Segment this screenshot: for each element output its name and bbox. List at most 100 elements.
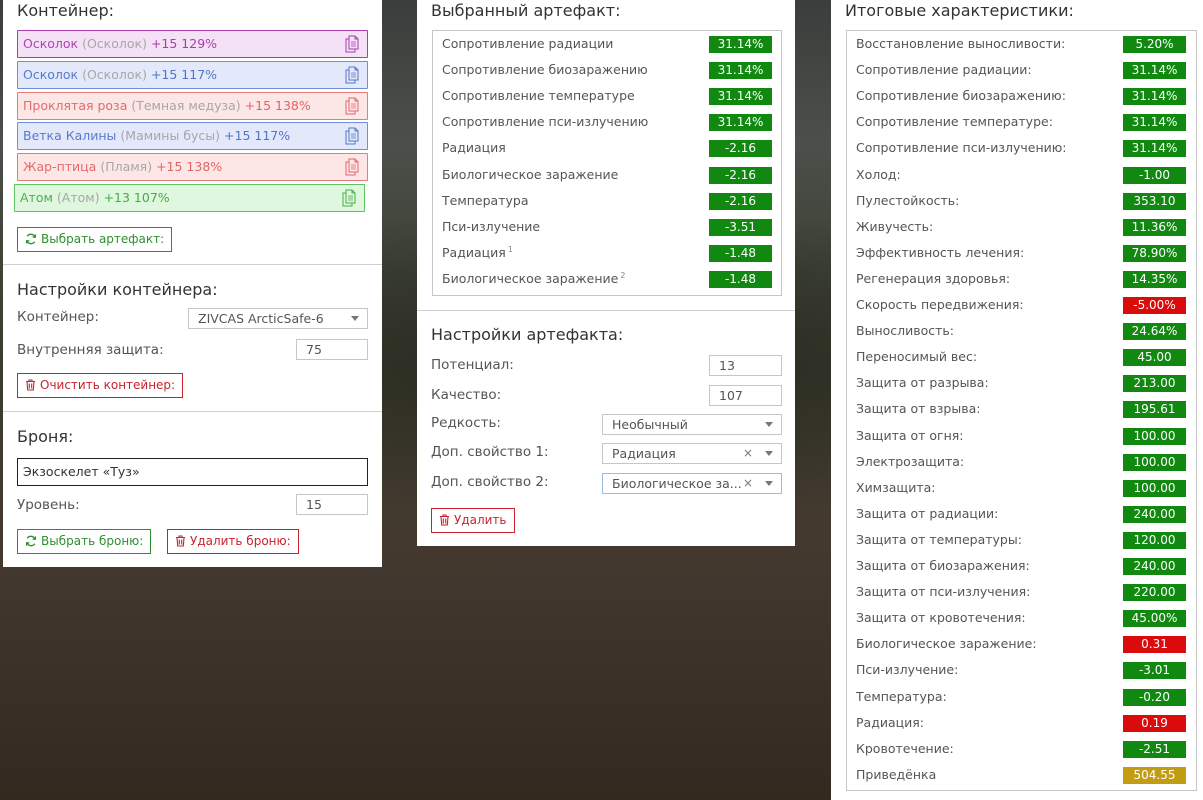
stat-value-badge: -5.00%: [1123, 297, 1186, 314]
artifact-original-name: (Осколок): [82, 36, 147, 51]
artifact-name: Проклятая роза: [23, 98, 128, 113]
stat-name: Регенерация здоровья:: [856, 271, 1010, 286]
stat-value-badge: 31.14%: [1123, 62, 1186, 80]
stat-value-badge: 504.55: [1123, 766, 1186, 784]
delete-artifact-button[interactable]: Удалить: [431, 508, 515, 533]
stat-row: Эффективность лечения: 78.90%: [847, 240, 1196, 266]
stat-footnote: 2: [620, 270, 626, 280]
artifact-name: Жар-птица: [23, 159, 97, 174]
delete-armor-button[interactable]: Удалить броню:: [167, 529, 299, 554]
stat-row: Регенерация здоровья: 14.35%: [847, 266, 1196, 292]
stat-row: Защита от огня: 100.00: [847, 423, 1196, 449]
potential-label: Потенциал:: [431, 357, 514, 373]
artifact-original-name: (Атом): [56, 190, 100, 205]
stat-value-badge: 24.64%: [1123, 323, 1186, 341]
stat-name-text: Химзащита:: [856, 479, 936, 495]
stat-value-badge: 11.36%: [1123, 218, 1186, 236]
rarity-select[interactable]: Необычный: [602, 414, 782, 435]
quality-input[interactable]: 107: [709, 385, 782, 406]
container-select[interactable]: ZIVCAS ArcticSafe-6: [188, 308, 368, 329]
stat-name-text: Сопротивление пси-излучению:: [856, 140, 1067, 156]
stat-row: Электрозащита: 100.00: [847, 449, 1196, 475]
artifact-item[interactable]: Проклятая роза (Темная медуза) +15 138%: [17, 92, 368, 120]
stat-name-text: Скорость передвижения:: [856, 297, 1024, 312]
stat-name-text: Сопротивление температуре: [442, 88, 635, 104]
artifact-original-name: (Пламя): [100, 159, 153, 174]
copy-document-icon[interactable]: [342, 189, 356, 207]
stat-name: Приведёнка: [856, 767, 936, 782]
copy-document-icon[interactable]: [345, 35, 359, 53]
stat-value-badge: 31.14%: [1123, 140, 1186, 158]
copy-document-icon[interactable]: [345, 127, 359, 145]
choose-artifact-button[interactable]: Выбрать артефакт:: [17, 227, 173, 252]
stat-row: Биологическое заражение -2.16: [433, 162, 781, 188]
stat-name-text: Радиация: [442, 244, 506, 260]
armor-level-label: Уровень:: [17, 497, 80, 513]
stat-name-text: Холод:: [856, 166, 901, 182]
container-settings-title: Настройки контейнера:: [17, 280, 218, 299]
stat-value-badge: -1.00: [1123, 166, 1186, 184]
stat-row: Скорость передвижения: -5.00%: [847, 292, 1196, 318]
stat-row: Защита от радиации: 240.00: [847, 501, 1196, 527]
choose-armor-button[interactable]: Выбрать броню:: [17, 529, 152, 554]
artifact-stats: +15 117%: [224, 128, 291, 143]
artifact-item[interactable]: Атом (Атом) +13 107%: [14, 184, 365, 212]
stat-name: Живучесть:: [856, 219, 933, 234]
delete-artifact-label: Удалить: [454, 513, 507, 527]
stat-name-text: Защита от радиации:: [856, 505, 999, 521]
armor-name-box[interactable]: Экзоскелет «Туз»: [17, 458, 368, 486]
stat-name-text: Радиация:: [856, 714, 924, 730]
extra1-label: Доп. свойство 1:: [431, 444, 549, 460]
total-stats-title: Итоговые характеристики:: [845, 1, 1074, 20]
artifact-stats: +15 138%: [244, 98, 311, 113]
stat-name: Электрозащита:: [856, 454, 964, 469]
armor-level-input[interactable]: 15: [296, 494, 368, 515]
selected-artifact-title: Выбранный артефакт:: [431, 1, 621, 20]
extra2-select[interactable]: Биологическое за... ×: [602, 473, 782, 494]
stat-footnote: 1: [507, 244, 513, 254]
copy-document-icon[interactable]: [345, 158, 359, 176]
stat-value-badge: 14.35%: [1123, 270, 1186, 288]
stat-row: Холод: -1.00: [847, 162, 1196, 188]
stat-value-badge: 240.00: [1123, 558, 1186, 575]
stat-name-text: Эффективность лечения:: [856, 244, 1025, 260]
stat-row: Защита от пси-излучения: 220.00: [847, 579, 1196, 605]
stat-name: Восстановление выносливости:: [856, 36, 1065, 51]
stat-value-badge: -2.16: [709, 140, 772, 158]
stat-name-text: Защита от разрыва:: [856, 375, 989, 391]
stat-name: Температура:: [856, 689, 947, 704]
stat-name: Защита от огня:: [856, 428, 964, 443]
copy-document-icon[interactable]: [345, 97, 359, 115]
stat-name: Биологическое заражение 2: [442, 271, 625, 286]
stat-name: Сопротивление биозаражению:: [856, 88, 1066, 103]
stat-value-badge: 213.00: [1123, 375, 1186, 393]
rarity-select-value: Необычный: [612, 417, 688, 432]
total-stats-panel: Итоговые характеристики: Восстановление …: [831, 0, 1203, 800]
clear-icon[interactable]: ×: [743, 444, 753, 463]
artifact-item[interactable]: Осколок (Осколок) +15 129%: [17, 30, 368, 58]
internal-protection-input[interactable]: 75: [296, 339, 368, 360]
stat-name: Биологическое заражение:: [856, 636, 1037, 651]
potential-input[interactable]: 13: [709, 355, 782, 376]
extra1-select[interactable]: Радиация ×: [602, 443, 782, 464]
clear-icon[interactable]: ×: [743, 474, 753, 493]
stat-name: Сопротивление радиации:: [856, 62, 1032, 77]
stat-value-badge: 195.61: [1123, 401, 1186, 419]
stat-name-text: Регенерация здоровья:: [856, 270, 1011, 286]
clear-container-button[interactable]: Очистить контейнер:: [17, 373, 184, 398]
copy-document-icon[interactable]: [345, 66, 359, 84]
stat-value-badge: 31.14%: [709, 62, 772, 80]
container-title: Контейнер:: [17, 1, 115, 20]
artifact-item[interactable]: Жар-птица (Пламя) +15 138%: [17, 153, 368, 181]
extra1-select-value: Радиация: [612, 446, 676, 461]
divider: [417, 310, 795, 311]
artifact-item[interactable]: Осколок (Осколок) +15 117%: [17, 61, 368, 89]
stat-name-text: Биологическое заражение: [442, 271, 619, 287]
stat-row: Сопротивление пси-излучению 31.14%: [433, 109, 781, 135]
artifact-item[interactable]: Ветка Калины (Мамины бусы) +15 117%: [17, 122, 368, 150]
stat-value-badge: -2.16: [709, 192, 772, 210]
stat-value-badge: 31.14%: [1123, 114, 1186, 132]
stat-row: Сопротивление биозаражению 31.14%: [433, 57, 781, 83]
stat-name-text: Сопротивление пси-излучению: [442, 114, 649, 130]
stat-name-text: Радиация: [442, 140, 506, 156]
